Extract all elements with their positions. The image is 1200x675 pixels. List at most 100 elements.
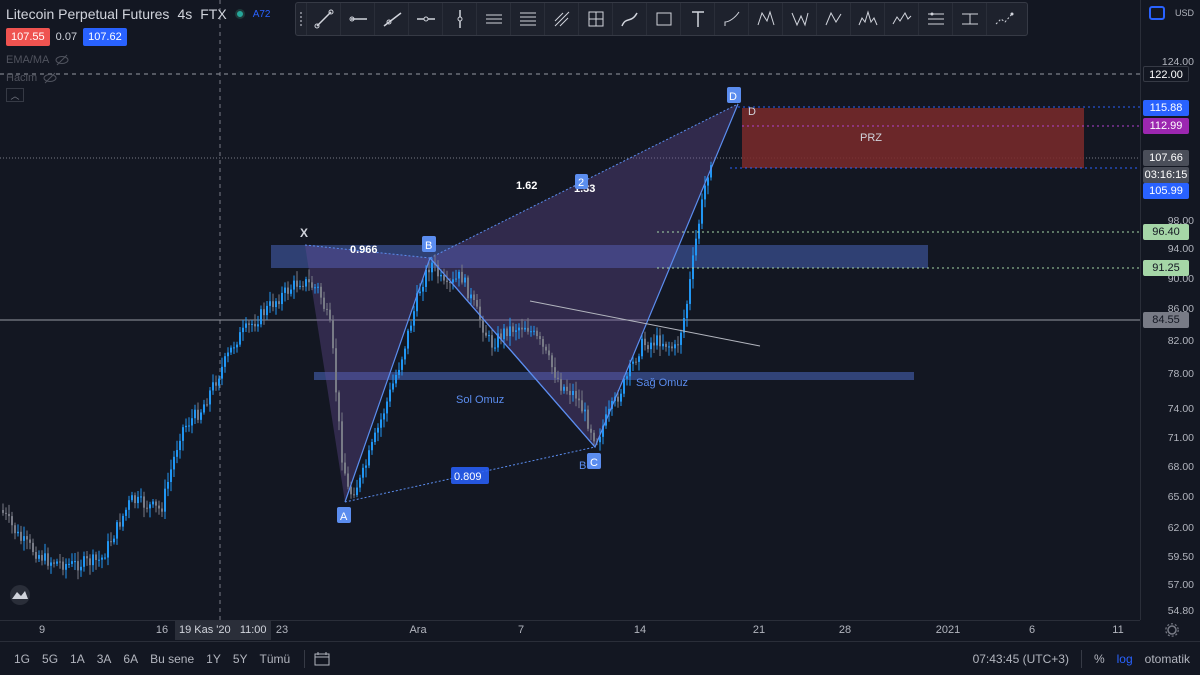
collapse-legend-button[interactable]: ︿ <box>6 88 24 102</box>
toolbar-drag-handle[interactable] <box>296 3 306 35</box>
price-tag: 03:16:15 <box>1143 167 1189 183</box>
range-button[interactable]: 1G <box>8 652 36 666</box>
candle-body <box>314 287 316 289</box>
price-tick: 62.00 <box>1167 522 1194 534</box>
arc-icon[interactable] <box>714 3 748 35</box>
candle-body <box>518 327 520 331</box>
indicator-ema[interactable]: EMA/MA <box>6 54 270 66</box>
candle-body <box>164 488 166 512</box>
clock-label[interactable]: 07:43:45 (UTC+3) <box>967 652 1075 666</box>
currency-label[interactable]: USD <box>1175 8 1194 18</box>
fib-retracement-icon[interactable] <box>510 3 544 35</box>
candle-body <box>239 332 241 345</box>
horizontal-ray-icon[interactable] <box>340 3 374 35</box>
price-tick: 59.50 <box>1167 551 1194 563</box>
candle-body <box>131 495 133 501</box>
candle-body <box>494 347 496 349</box>
drawing-toolbar <box>295 2 1028 36</box>
candle-body <box>593 432 595 442</box>
candle-body <box>200 412 202 420</box>
candle-body <box>524 327 526 330</box>
candle-body <box>671 346 673 349</box>
time-axis[interactable]: 9 16 23 Ara 7 14 21 28 2021 6 11 19 Kas '20 11:00 <box>0 620 1179 640</box>
range-button[interactable]: Bu sene <box>144 652 200 666</box>
indicator-volume[interactable]: Hacim <box>6 72 270 84</box>
abcd-pattern-icon[interactable] <box>816 3 850 35</box>
candle-body <box>650 342 652 350</box>
head-shoulders-icon[interactable] <box>850 3 884 35</box>
candle-body <box>251 323 253 325</box>
candle-body <box>113 538 115 543</box>
a-label: A72 <box>252 8 271 20</box>
tradingview-logo-icon[interactable] <box>8 585 32 605</box>
range-button[interactable]: 6A <box>117 652 144 666</box>
gann-box-icon[interactable] <box>578 3 612 35</box>
log-scale-button[interactable]: log <box>1111 652 1139 666</box>
range-button[interactable]: Tümü <box>254 652 297 666</box>
candle-body <box>422 286 424 292</box>
candle-body <box>65 563 67 570</box>
price-tick: 57.00 <box>1167 579 1194 591</box>
candle-body <box>83 556 85 567</box>
candle-body <box>188 425 190 427</box>
elliott-wave-icon[interactable] <box>884 3 918 35</box>
pitchfork-icon[interactable] <box>544 3 578 35</box>
candle-body <box>572 390 574 396</box>
time-tick: 14 <box>633 624 647 636</box>
range-button[interactable]: 5G <box>36 652 64 666</box>
settings-gear-icon[interactable] <box>1165 623 1179 637</box>
horizontal-line-icon[interactable] <box>408 3 442 35</box>
candle-body <box>479 306 481 321</box>
chart-pane[interactable]: PRZ X A B C B D D 0.966 0.809 1.62 2 Sol… <box>0 0 1140 620</box>
symbol-name[interactable]: Litecoin Perpetual Futures <box>6 6 169 22</box>
percent-scale-button[interactable]: % <box>1088 652 1111 666</box>
candle-body <box>191 418 193 426</box>
candle-body <box>134 495 136 504</box>
ray-icon[interactable] <box>374 3 408 35</box>
price-range-icon[interactable] <box>952 3 986 35</box>
date-range-icon[interactable] <box>313 651 331 667</box>
brush-icon[interactable] <box>612 3 646 35</box>
scale-mode-icon[interactable] <box>1149 6 1165 20</box>
candle-body <box>551 355 553 368</box>
price-axis[interactable]: USD 124.00 98.00 94.00 90.00 86.00 82.00 78.00… <box>1140 0 1200 620</box>
candle-body <box>395 374 397 384</box>
right-shoulder-label: Sağ Omuz <box>636 377 688 389</box>
candle-body <box>68 563 70 565</box>
range-button[interactable]: 1A <box>64 652 91 666</box>
rectangle-icon[interactable] <box>646 3 680 35</box>
time-tick: 28 <box>838 624 852 636</box>
long-position-icon[interactable] <box>918 3 952 35</box>
candle-body <box>647 345 649 350</box>
candle-body <box>185 425 187 428</box>
candle-body <box>467 277 469 299</box>
range-button[interactable]: 3A <box>91 652 118 666</box>
candle-body <box>335 348 337 393</box>
candle-body <box>269 301 271 306</box>
left-shoulder-label: Sol Omuz <box>456 394 504 406</box>
auto-scale-button[interactable]: otomatik <box>1139 652 1200 666</box>
candle-body <box>110 541 112 543</box>
range-button[interactable]: 1Y <box>200 652 227 666</box>
text-icon[interactable] <box>680 3 714 35</box>
trend-line-icon[interactable] <box>306 3 340 35</box>
range-button[interactable]: 5Y <box>227 652 254 666</box>
candle-body <box>377 427 379 433</box>
candle-body <box>248 323 250 325</box>
cypher-pattern-icon[interactable] <box>782 3 816 35</box>
ask-badge[interactable]: 107.62 <box>83 28 127 46</box>
candle-body <box>632 361 634 364</box>
candle-body <box>440 274 442 277</box>
candle-body <box>332 319 334 349</box>
interval-label[interactable]: 4s <box>177 6 192 22</box>
parallel-channel-icon[interactable] <box>476 3 510 35</box>
candle-body <box>428 269 430 273</box>
vertical-line-icon[interactable] <box>442 3 476 35</box>
xabcd-pattern-icon[interactable] <box>748 3 782 35</box>
bid-badge[interactable]: 107.55 <box>6 28 50 46</box>
candle-body <box>212 382 214 391</box>
candle-body <box>341 421 343 463</box>
forecast-icon[interactable] <box>986 3 1020 35</box>
candle-body <box>26 536 28 540</box>
candle-body <box>326 308 328 310</box>
